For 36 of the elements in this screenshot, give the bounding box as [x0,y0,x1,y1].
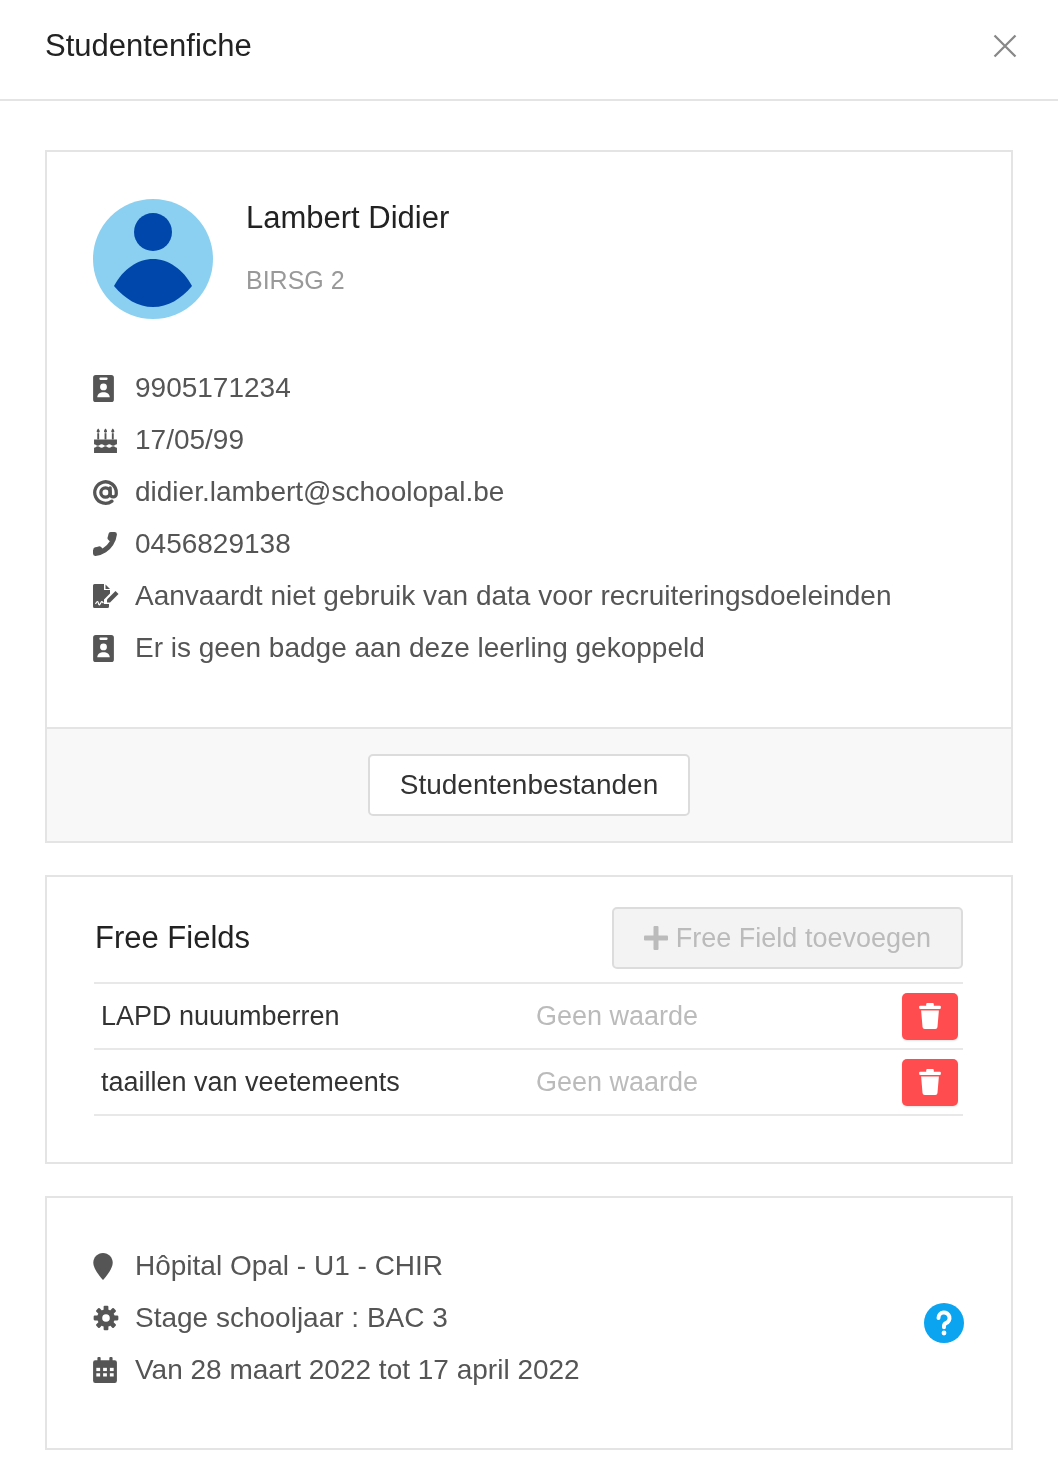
student-name: Lambert Didier [246,200,450,236]
trash-icon [919,1069,941,1095]
info-text: didier.lambert@schoolopal.be [135,476,505,508]
close-icon [993,33,1017,58]
section-title: Free Fields [94,920,251,956]
calendar-icon [93,1357,117,1383]
info-text: 0456829138 [135,528,291,560]
id-card-icon [93,374,114,402]
info-text: Er is geen badge aan deze leerling gekoppeld [135,632,705,664]
id-card-icon [93,634,114,662]
info-text: Hôpital Opal - U1 - CHIR [135,1250,444,1282]
delete-button[interactable] [902,1058,958,1106]
info-text: Aanvaardt niet gebruik van data voor recruiteringsdoeleinden [135,580,892,612]
files-button[interactable]: Studentenbestanden [367,754,691,816]
signature-icon [93,583,119,609]
plus-icon [643,926,668,950]
student-class: BIRSG 2 [246,265,346,295]
avatar-icon [93,199,213,319]
field-name: LAPD nuuumberren [100,1000,341,1032]
field-name: taaillen van veetemeents [100,1066,401,1098]
map-marker-icon [93,1252,113,1280]
at-sign-icon [93,479,118,505]
help-icon[interactable] [924,1303,964,1343]
delete-button[interactable] [902,992,958,1040]
field-value: Geen waarde [536,1066,700,1098]
field-value: Geen waarde [536,1000,700,1032]
info-text: 9905171234 [135,372,291,404]
cake-icon [93,427,118,453]
info-text: 17/05/99 [135,424,244,456]
info-text: Stage schooljaar : BAC 3 [135,1302,448,1334]
phone-icon [93,532,117,556]
close-button[interactable] [993,33,1017,58]
gear-icon [93,1305,119,1331]
trash-icon [919,1003,941,1029]
dialog-title: Studentenfiche [45,27,252,64]
info-text: Van 28 maart 2022 tot 17 april 2022 [135,1354,580,1386]
